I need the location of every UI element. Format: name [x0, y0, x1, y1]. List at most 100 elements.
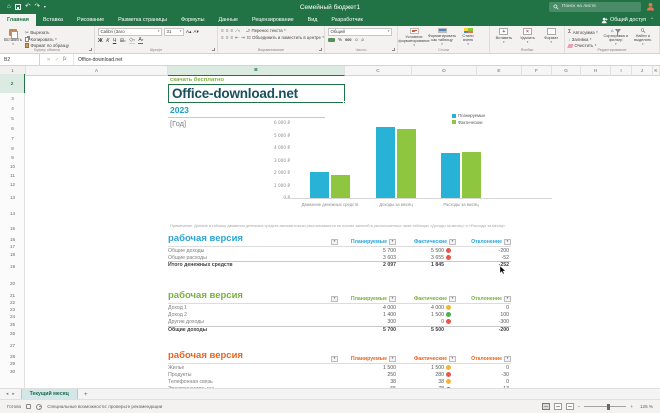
- merge-center-button[interactable]: ⊡ Объединить и поместить в центре ▾: [247, 35, 324, 40]
- cut-button[interactable]: ✂ Вырезать: [25, 30, 69, 35]
- delete-cells-button[interactable]: × Удалить ▾: [517, 28, 539, 46]
- column-header-E[interactable]: E: [477, 66, 522, 76]
- filter-dropdown-icon[interactable]: ▾: [449, 355, 456, 362]
- table-row[interactable]: Доход 2 1 400 1 500 100: [168, 311, 511, 318]
- clipboard-dialog-launcher-icon[interactable]: [89, 48, 92, 51]
- filter-dropdown-icon[interactable]: ▾: [389, 355, 396, 362]
- home-icon[interactable]: ⌂: [7, 0, 11, 14]
- insert-function-icon[interactable]: fx: [63, 57, 67, 62]
- selected-cell-b2[interactable]: Office-download.net: [168, 84, 346, 104]
- column-header-K[interactable]: K: [653, 66, 660, 76]
- fill-handle[interactable]: [343, 101, 346, 104]
- filter-dropdown-icon[interactable]: ▾: [504, 355, 511, 362]
- table-row[interactable]: Общие доходы 5 700 5 500 -200: [168, 325, 511, 333]
- decrease-indent-icon[interactable]: ⇤: [235, 35, 239, 40]
- column-header-A[interactable]: A: [26, 66, 168, 76]
- column-header-B[interactable]: B: [168, 66, 345, 76]
- fill-color-icon[interactable]: ◇▾: [129, 37, 135, 44]
- column-header-G[interactable]: G: [552, 66, 581, 76]
- chart[interactable]: 6 000 ₽ 5 000 ₽ 4 000 ₽ 3 000 ₽ 2 000 ₽ 1 000…: [250, 110, 558, 215]
- align-top-icon[interactable]: ≡: [221, 28, 224, 33]
- italic-button[interactable]: К: [106, 38, 109, 44]
- table-row[interactable]: Доход 1 4 000 4 000 0: [168, 304, 511, 311]
- column-header-D[interactable]: D: [412, 66, 477, 76]
- filter-dropdown-icon[interactable]: ▾: [389, 295, 396, 302]
- cell-styles-button[interactable]: Стили ячеек ▾: [457, 28, 479, 46]
- chart-bar-planned-2[interactable]: [376, 126, 395, 198]
- cancel-icon[interactable]: ✕: [46, 57, 50, 63]
- format-as-table-button[interactable]: Форматировать как таблицу ▾: [428, 28, 456, 46]
- font-size-select[interactable]: 31 ▾: [164, 28, 184, 36]
- decrease-decimal-icon[interactable]: ,0: [361, 37, 364, 43]
- fill-button[interactable]: ↓ Заливка ▾: [568, 37, 598, 42]
- bold-button[interactable]: Ж: [98, 38, 103, 44]
- row-header-1[interactable]: 1: [0, 67, 25, 74]
- table-row[interactable]: Итого денежных средств 2 097 1 845 -252: [168, 261, 511, 268]
- account-avatar[interactable]: [646, 2, 655, 11]
- macro-record-icon[interactable]: [26, 404, 32, 409]
- wrap-text-button[interactable]: ⮐ Перенос текста ▾: [246, 28, 286, 33]
- zoom-slider[interactable]: [584, 403, 627, 410]
- column-header-H[interactable]: H: [581, 66, 611, 76]
- comma-style-icon[interactable]: 000: [345, 37, 351, 43]
- filter-dropdown-icon[interactable]: ▾: [449, 295, 456, 302]
- ribbon-tab-3[interactable]: Рисование: [70, 14, 111, 26]
- sort-filter-button[interactable]: А Сортировка и фильтр ▾: [603, 28, 629, 46]
- table-row[interactable]: Общие доходы 5 700 5 500 -200: [168, 247, 511, 254]
- align-center-icon[interactable]: ≡: [226, 35, 229, 40]
- ribbon-tab-5[interactable]: Формулы: [174, 14, 211, 26]
- increase-font-icon[interactable]: A▴: [186, 29, 191, 35]
- cell-year-placeholder[interactable]: [Год]: [170, 119, 186, 128]
- filter-dropdown-icon[interactable]: ▾: [504, 238, 511, 245]
- underline-button[interactable]: Ч: [113, 38, 116, 44]
- align-right-icon[interactable]: ≡: [230, 35, 233, 40]
- number-dialog-launcher-icon[interactable]: [392, 48, 395, 51]
- accounting-format-icon[interactable]: [328, 37, 335, 43]
- undo-icon[interactable]: ↶: [25, 0, 30, 14]
- search-input[interactable]: Поиск на листе: [549, 2, 641, 12]
- filter-dropdown-icon[interactable]: ▾: [331, 355, 338, 362]
- table-row[interactable]: Телефонная связь 38 38 0: [168, 378, 511, 385]
- view-page-break-icon[interactable]: [565, 403, 574, 410]
- font-color-icon[interactable]: А▾: [138, 37, 144, 44]
- chart-bar-actual-2[interactable]: [397, 129, 416, 198]
- paste-button[interactable]: Вставить ▾: [3, 28, 23, 46]
- zoom-slider-thumb[interactable]: [607, 403, 611, 410]
- table-row[interactable]: Общие расходы 3 603 3 655 -52: [168, 254, 511, 261]
- borders-icon[interactable]: ⊞▾: [120, 38, 126, 44]
- increase-indent-icon[interactable]: ⇥: [241, 35, 245, 40]
- table-row[interactable]: Жилье 1 500 1 500 0: [168, 364, 511, 371]
- share-button[interactable]: Общий доступ: [601, 17, 646, 24]
- accessibility-text[interactable]: Специальные возможности: проверьте реком…: [47, 404, 162, 409]
- align-left-icon[interactable]: ≡: [221, 35, 224, 40]
- ribbon-tab-2[interactable]: Вставка: [36, 14, 70, 26]
- chart-bar-actual-3[interactable]: [462, 152, 481, 198]
- filter-dropdown-icon[interactable]: ▾: [504, 295, 511, 302]
- font-dialog-launcher-icon[interactable]: [212, 48, 215, 51]
- align-middle-icon[interactable]: ≡: [226, 28, 229, 33]
- orientation-icon[interactable]: ⟋▾: [235, 28, 240, 33]
- collapse-ribbon-icon[interactable]: ⌃: [650, 17, 654, 23]
- ribbon-tab-8[interactable]: Вид: [301, 14, 325, 26]
- chart-bar-actual-1[interactable]: [331, 174, 350, 198]
- cell-promo-text[interactable]: скачать бесплатно: [170, 77, 224, 83]
- percent-style-icon[interactable]: %: [338, 37, 342, 43]
- ribbon-tab-7[interactable]: Рецензирование: [245, 14, 301, 26]
- table-row[interactable]: Другие доходы 300 0 -300: [168, 318, 511, 325]
- cell-year[interactable]: 2023: [170, 105, 189, 115]
- formula-input[interactable]: Office-download.net: [74, 54, 660, 65]
- zoom-level[interactable]: 125 %: [637, 404, 653, 409]
- view-normal-icon[interactable]: [541, 403, 550, 410]
- enter-icon[interactable]: ✓: [55, 57, 59, 63]
- add-sheet-button[interactable]: +: [78, 389, 94, 399]
- sheet-tab-active[interactable]: Текущий месяц: [20, 389, 78, 399]
- save-icon[interactable]: [14, 4, 21, 10]
- redo-icon[interactable]: ↷: [34, 0, 39, 14]
- chart-bar-planned-3[interactable]: [441, 152, 460, 198]
- filter-dropdown-icon[interactable]: ▾: [449, 238, 456, 245]
- autosum-button[interactable]: Σ Автосумма ▾: [568, 29, 598, 35]
- column-header-J[interactable]: J: [632, 66, 653, 76]
- conditional-formatting-button[interactable]: Условное форматирование ▾: [398, 28, 430, 47]
- ribbon-tab-6[interactable]: Данные: [212, 14, 245, 26]
- sheet-nav-left-icon[interactable]: ◂: [6, 391, 8, 397]
